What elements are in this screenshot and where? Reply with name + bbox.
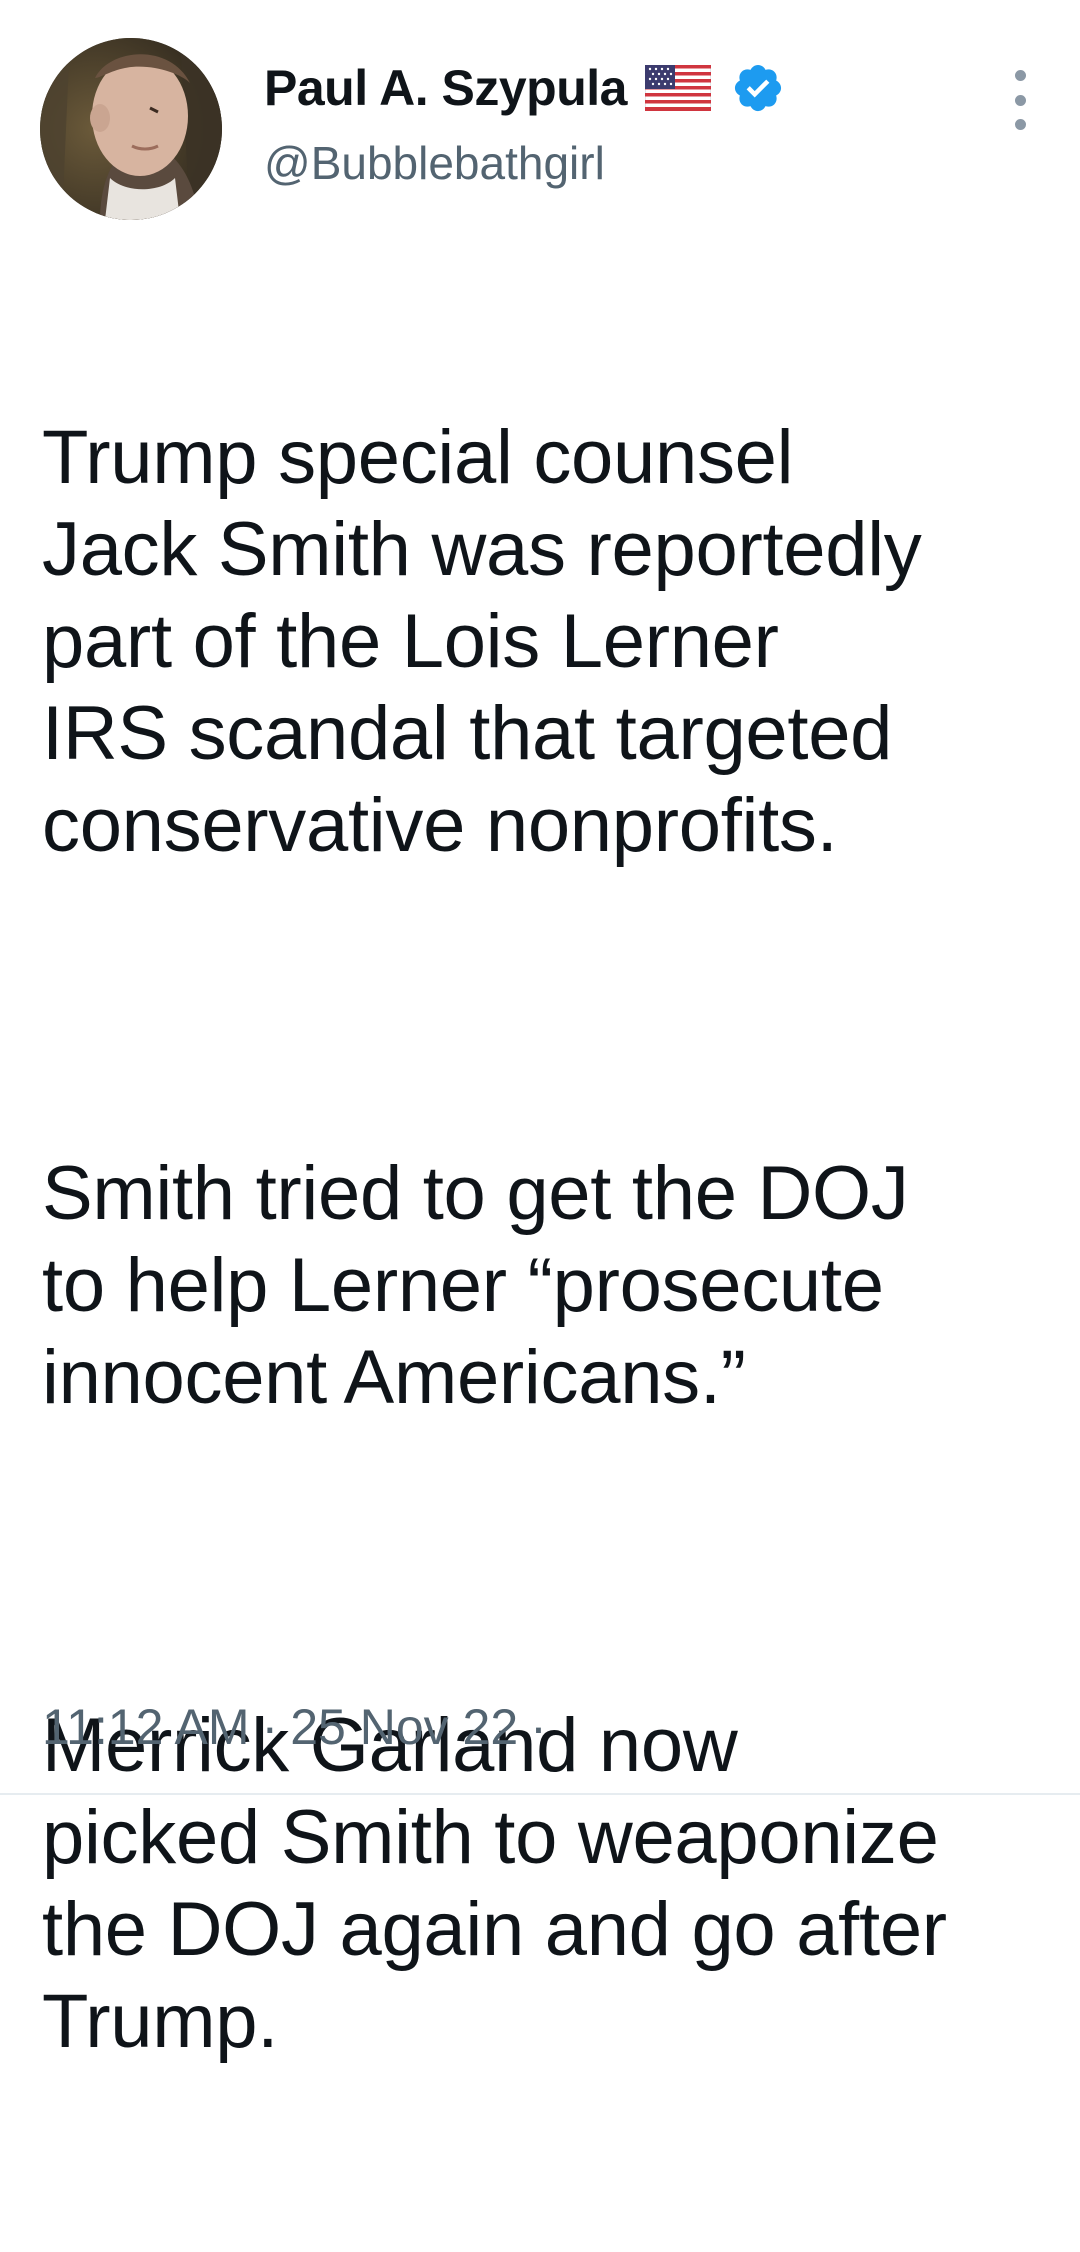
avatar[interactable] [40,38,222,220]
avatar-photo [40,38,222,220]
more-dot [1014,70,1026,81]
author-handle[interactable]: @Bubblebathgirl [264,136,785,190]
tweet-text: Trump special counsel Jack Smith was rep… [42,228,1052,2252]
more-dot [1014,94,1026,106]
display-name[interactable]: Paul A. Szypula [264,59,627,117]
more-dot [1014,119,1026,130]
us-flag-icon [644,64,712,112]
tweet-meta: 11:12 AM · 25 Nov 22 · [42,1698,559,1756]
display-name-row: Paul A. Szypula [264,58,785,118]
verified-icon[interactable] [731,61,785,115]
tweet-time[interactable]: 11:12 AM [42,1699,250,1755]
divider [0,1793,1080,1795]
tweet-paragraph: Trump special counsel Jack Smith was rep… [42,415,922,868]
meta-separator: · [530,1699,547,1755]
tweet-paragraph: Smith tried to get the DOJ to help Lerne… [42,1151,909,1420]
tweet-card: Paul A. Szypula @Bubblebathgirl Trump sp… [0,0,1080,2064]
tweet-date[interactable]: 25 Nov 22 [290,1699,518,1755]
meta-separator: · [261,1699,279,1755]
tweet-header: Paul A. Szypula @Bubblebathgirl [40,38,1040,220]
author-names: Paul A. Szypula @Bubblebathgirl [264,58,785,190]
more-vertical-icon[interactable] [1000,70,1040,130]
